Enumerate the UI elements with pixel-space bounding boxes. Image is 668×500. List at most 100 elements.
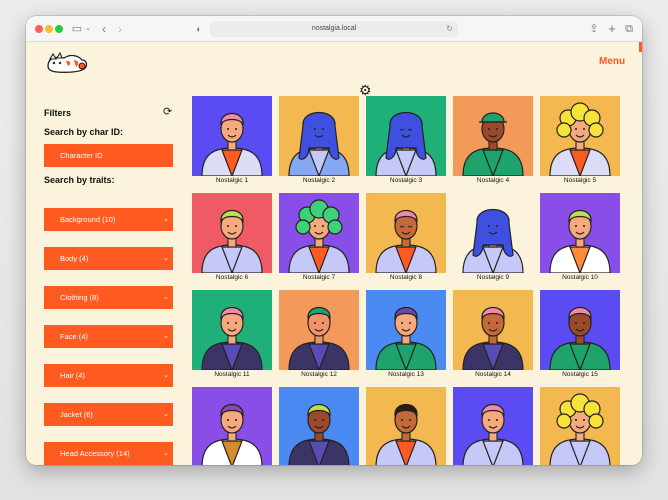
character-card[interactable]: Nostalgic 16 [192, 387, 272, 465]
browser-window: ▭ ⌄ ‹ › ◐ nostalgia.local ↻ ⇪ + ⧉ Menu ⚙… [26, 16, 642, 465]
character-card[interactable]: Nostalgic 18 [366, 387, 446, 465]
new-tab-icon[interactable]: + [606, 22, 618, 36]
character-card[interactable]: Nostalgic 8 [366, 193, 446, 281]
character-name: Nostalgic 14 [475, 371, 511, 378]
character-image[interactable] [540, 96, 620, 176]
character-image[interactable] [279, 387, 359, 465]
character-image[interactable] [366, 387, 446, 465]
character-card[interactable]: Nostalgic 15 [540, 290, 620, 378]
chevron-down-icon: ⌄ [163, 333, 169, 340]
character-card[interactable]: Nostalgic 1 [192, 96, 272, 184]
character-card[interactable]: Nostalgic 11 [192, 290, 272, 378]
filter-face-select[interactable]: Face (4) ⌄ [44, 325, 173, 348]
filter-background-select[interactable]: Background (10) ⌄ [44, 208, 173, 231]
refresh-icon[interactable]: ⟳ [163, 105, 172, 118]
maximize-window-button[interactable] [55, 25, 63, 33]
character-name: Nostalgic 7 [302, 274, 336, 281]
filter-body-select[interactable]: Body (4) ⌄ [44, 247, 173, 270]
character-name: Nostalgic 8 [389, 274, 423, 281]
character-image[interactable] [279, 96, 359, 176]
character-card[interactable]: Nostalgic 2 [279, 96, 359, 184]
browser-toolbar: ▭ ⌄ ‹ › ◐ nostalgia.local ↻ ⇪ + ⧉ [26, 16, 642, 42]
char-id-label: Search by char ID: [44, 127, 124, 137]
character-name: Nostalgic 2 [302, 177, 336, 184]
character-card[interactable]: Nostalgic 3 [366, 96, 446, 184]
character-id-input[interactable]: Character ID [44, 144, 173, 167]
scroll-indicator [639, 42, 642, 52]
tab-overview-icon[interactable]: ⧉ [623, 22, 635, 36]
character-name: Nostalgic 9 [476, 274, 510, 281]
filter-head-accessory-select[interactable]: Head Accessory (14) ⌄ [44, 442, 173, 465]
character-name: Nostalgic 4 [476, 177, 510, 184]
chevron-down-icon[interactable]: ⌄ [84, 22, 92, 36]
character-name: Nostalgic 6 [215, 274, 249, 281]
character-image[interactable] [366, 193, 446, 273]
close-window-button[interactable] [35, 25, 43, 33]
character-name: Nostalgic 5 [563, 177, 597, 184]
character-name: Nostalgic 12 [301, 371, 337, 378]
character-name: Nostalgic 13 [388, 371, 424, 378]
filter-label: Jacket (6) [60, 410, 93, 419]
character-name: Nostalgic 3 [389, 177, 423, 184]
address-bar[interactable]: nostalgia.local ↻ [210, 21, 458, 37]
address-text: nostalgia.local [311, 25, 357, 32]
character-image[interactable] [453, 193, 533, 273]
chevron-down-icon: ⌄ [163, 255, 169, 262]
character-image[interactable] [366, 96, 446, 176]
filter-label: Head Accessory (14) [60, 449, 130, 458]
gear-icon[interactable]: ⚙ [359, 83, 372, 97]
character-image[interactable] [453, 96, 533, 176]
character-image[interactable] [540, 387, 620, 465]
character-card[interactable]: Nostalgic 6 [192, 193, 272, 281]
character-image[interactable] [540, 193, 620, 273]
character-image[interactable] [279, 193, 359, 273]
character-name: Nostalgic 11 [214, 371, 250, 378]
cat-logo-icon[interactable] [44, 52, 90, 74]
filter-label: Background (10) [60, 215, 116, 224]
character-image[interactable] [366, 290, 446, 370]
character-image[interactable] [540, 290, 620, 370]
character-card[interactable]: Nostalgic 10 [540, 193, 620, 281]
character-card[interactable]: Nostalgic 9 [453, 193, 533, 281]
character-card[interactable]: Nostalgic 4 [453, 96, 533, 184]
filter-label: Face (4) [60, 332, 88, 341]
character-image[interactable] [453, 387, 533, 465]
character-card[interactable]: Nostalgic 14 [453, 290, 533, 378]
desktop: ▭ ⌄ ‹ › ◐ nostalgia.local ↻ ⇪ + ⧉ Menu ⚙… [0, 0, 668, 500]
filter-label: Clothing (8) [60, 293, 99, 302]
character-card[interactable]: Nostalgic 12 [279, 290, 359, 378]
character-image[interactable] [192, 387, 272, 465]
filter-hair-select[interactable]: Hair (4) ⌄ [44, 364, 173, 387]
chevron-down-icon: ⌄ [163, 450, 169, 457]
minimize-window-button[interactable] [45, 25, 53, 33]
character-name: Nostalgic 10 [562, 274, 598, 281]
filters-title: Filters [44, 108, 72, 118]
back-arrow-icon[interactable]: ‹ [98, 22, 110, 36]
privacy-shield-icon[interactable]: ◐ [194, 22, 204, 36]
character-card[interactable]: Nostalgic 5 [540, 96, 620, 184]
character-card[interactable]: Nostalgic 19 [453, 387, 533, 465]
character-card[interactable]: Nostalgic 17 [279, 387, 359, 465]
reload-icon[interactable]: ↻ [446, 21, 453, 37]
filter-jacket-select[interactable]: Jacket (6) ⌄ [44, 403, 173, 426]
character-image[interactable] [192, 290, 272, 370]
character-image[interactable] [279, 290, 359, 370]
filter-clothing-select[interactable]: Clothing (8) ⌄ [44, 286, 173, 309]
traits-label: Search by traits: [44, 175, 115, 185]
character-image[interactable] [453, 290, 533, 370]
character-image[interactable] [192, 193, 272, 273]
chevron-down-icon: ⌄ [163, 294, 169, 301]
character-card[interactable]: Nostalgic 7 [279, 193, 359, 281]
sidebar-toggle-icon[interactable]: ▭ [70, 22, 84, 36]
share-icon[interactable]: ⇪ [588, 22, 600, 36]
character-card[interactable]: Nostalgic 13 [366, 290, 446, 378]
chevron-down-icon: ⌄ [163, 372, 169, 379]
menu-link[interactable]: Menu [599, 56, 625, 67]
character-name: Nostalgic 15 [562, 371, 598, 378]
chevron-down-icon: ⌄ [163, 216, 169, 223]
character-image[interactable] [192, 96, 272, 176]
character-name: Nostalgic 1 [215, 177, 249, 184]
forward-arrow-icon[interactable]: › [114, 22, 126, 36]
character-card[interactable]: Nostalgic 20 [540, 387, 620, 465]
filter-label: Hair (4) [60, 371, 86, 380]
